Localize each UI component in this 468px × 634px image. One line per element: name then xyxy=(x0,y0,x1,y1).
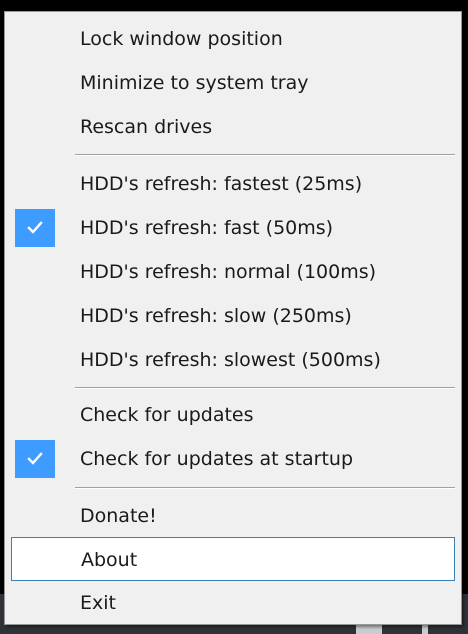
menu-item-refresh-normal[interactable]: HDD's refresh: normal (100ms) xyxy=(5,250,461,294)
menu-item-label: HDD's refresh: slowest (500ms) xyxy=(80,349,381,371)
menu-item-label: HDD's refresh: fastest (25ms) xyxy=(80,173,363,195)
menu-separator xyxy=(75,387,455,389)
menu-item-label: HDD's refresh: normal (100ms) xyxy=(80,261,377,283)
menu-item-label: Donate! xyxy=(80,505,157,527)
menu-item-refresh-fastest[interactable]: HDD's refresh: fastest (25ms) xyxy=(5,162,461,206)
menu-item-label: Rescan drives xyxy=(80,116,213,138)
menu-item-label: Check for updates at startup xyxy=(80,448,354,470)
tray-icon xyxy=(422,624,428,634)
menu-item-label: HDD's refresh: fast (50ms) xyxy=(80,217,334,239)
menu-item-about[interactable]: About xyxy=(11,537,455,581)
menu-item-check-updates-startup[interactable]: Check for updates at startup xyxy=(5,437,461,481)
checkmark-icon xyxy=(15,440,55,478)
menu-item-refresh-slow[interactable]: HDD's refresh: slow (250ms) xyxy=(5,294,461,338)
menu-item-donate[interactable]: Donate! xyxy=(5,494,461,538)
menu-item-minimize-to-tray[interactable]: Minimize to system tray xyxy=(5,61,461,105)
menu-item-exit[interactable]: Exit xyxy=(5,581,461,625)
menu-item-check-updates[interactable]: Check for updates xyxy=(5,393,461,437)
context-menu: Lock window position Minimize to system … xyxy=(4,11,462,625)
menu-item-label: Lock window position xyxy=(80,28,283,50)
menu-item-label: Minimize to system tray xyxy=(80,72,309,94)
menu-item-label: Exit xyxy=(80,592,116,614)
menu-item-rescan-drives[interactable]: Rescan drives xyxy=(5,105,461,149)
menu-item-label: Check for updates xyxy=(80,404,254,426)
menu-item-refresh-fast[interactable]: HDD's refresh: fast (50ms) xyxy=(5,206,461,250)
checkmark-icon xyxy=(15,209,55,247)
menu-item-refresh-slowest[interactable]: HDD's refresh: slowest (500ms) xyxy=(5,338,461,382)
menu-separator xyxy=(75,487,455,489)
tray-icon xyxy=(356,624,382,634)
menu-item-label: About xyxy=(81,549,138,571)
menu-item-lock-window-position[interactable]: Lock window position xyxy=(5,17,461,61)
menu-separator xyxy=(75,154,455,156)
menu-item-label: HDD's refresh: slow (250ms) xyxy=(80,305,352,327)
